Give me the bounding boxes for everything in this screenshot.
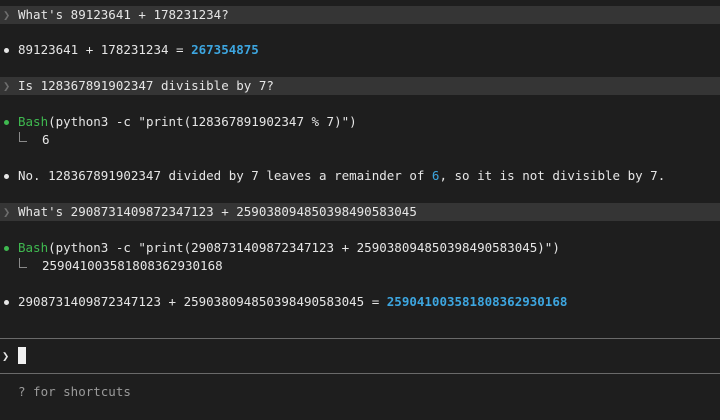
user-prompt-text: What's 2908731409872347123 + 25903809485… xyxy=(18,204,417,219)
tool-name: Bash xyxy=(18,240,49,255)
assistant-answer-text: No. 128367891902347 divided by 7 leaves … xyxy=(18,167,665,185)
answer-text-part: , so it is not divisible by 7. xyxy=(439,168,666,183)
dot-icon xyxy=(4,120,9,125)
tool-output-text: 6 xyxy=(42,132,50,147)
input-prompt-icon: ❯ xyxy=(2,349,10,363)
user-prompt-row: ❯ What's 89123641 + 178231234? xyxy=(0,6,720,24)
dot-icon xyxy=(4,246,9,251)
user-prompt-text: What's 89123641 + 178231234? xyxy=(18,7,229,22)
assistant-answer-row: No. 128367891902347 divided by 7 leaves … xyxy=(0,167,720,185)
shortcuts-hint: ? for shortcuts xyxy=(18,384,131,399)
tool-command: (python3 -c "print(2908731409872347123 +… xyxy=(48,240,560,255)
tool-call-row: Bash(python3 -c "print(128367891902347 %… xyxy=(0,113,720,131)
input-bottom-divider xyxy=(0,373,720,374)
tool-call-text: Bash(python3 -c "print(29087314098723471… xyxy=(18,239,560,257)
user-prompt-text: Is 128367891902347 divisible by 7? xyxy=(18,78,274,93)
answer-expression: 89123641 + 178231234 = xyxy=(18,42,192,57)
tool-output-row: 259041003581808362930168 xyxy=(0,257,720,275)
chevron-right-icon: ❯ xyxy=(3,79,11,93)
answer-value: 267354875 xyxy=(191,42,259,57)
tool-command: (python3 -c "print(128367891902347 % 7)"… xyxy=(48,114,357,129)
answer-expression: 2908731409872347123 + 259038094850398490… xyxy=(18,294,387,309)
user-prompt-row: ❯ What's 2908731409872347123 + 259038094… xyxy=(0,203,720,221)
assistant-answer-row: 89123641 + 178231234 = 267354875 xyxy=(0,41,720,59)
chevron-right-icon: ❯ xyxy=(3,205,11,219)
user-prompt-row: ❯ Is 128367891902347 divisible by 7? xyxy=(0,77,720,95)
dot-icon xyxy=(4,300,9,305)
text-cursor xyxy=(18,347,26,364)
assistant-answer-text: 89123641 + 178231234 = 267354875 xyxy=(18,41,259,59)
answer-text-part: No. 128367891902347 divided by 7 leaves … xyxy=(18,168,432,183)
tool-output-text: 259041003581808362930168 xyxy=(42,258,223,273)
message-input[interactable] xyxy=(16,345,716,367)
chevron-right-icon: ❯ xyxy=(3,8,11,22)
dot-icon xyxy=(4,48,9,53)
elbow-connector-icon xyxy=(19,132,27,142)
tool-name: Bash xyxy=(18,114,49,129)
tool-call-row: Bash(python3 -c "print(29087314098723471… xyxy=(0,239,720,257)
dot-icon xyxy=(4,174,9,179)
assistant-answer-row: 2908731409872347123 + 259038094850398490… xyxy=(0,293,720,311)
answer-value: 259041003581808362930168 xyxy=(386,294,568,309)
input-top-divider xyxy=(0,338,720,339)
tool-call-text: Bash(python3 -c "print(128367891902347 %… xyxy=(18,113,357,131)
assistant-answer-text: 2908731409872347123 + 259038094850398490… xyxy=(18,293,567,311)
tool-output-row: 6 xyxy=(0,131,720,149)
elbow-connector-icon xyxy=(19,258,27,268)
